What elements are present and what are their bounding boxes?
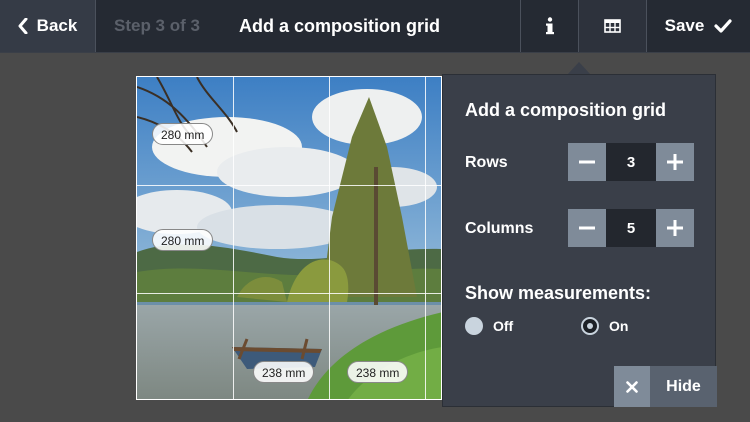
- info-button[interactable]: [520, 0, 578, 52]
- columns-increment-button[interactable]: [656, 209, 694, 247]
- grid-line-vertical: [329, 77, 330, 399]
- top-bar: Back Step 3 of 3 Add a composition grid …: [0, 0, 750, 53]
- plus-icon: [667, 220, 683, 236]
- checkmark-icon: [714, 19, 732, 33]
- row-measurement-label: 280 mm: [152, 123, 214, 145]
- save-button[interactable]: Save: [646, 0, 750, 52]
- column-measurement-label: 238 mm: [253, 361, 315, 383]
- back-button[interactable]: Back: [0, 0, 96, 52]
- popover-title: Add a composition grid: [465, 100, 666, 120]
- back-label: Back: [36, 16, 78, 35]
- column-measurement-label: 238 mm: [347, 361, 409, 383]
- grid-line-vertical: [425, 77, 426, 399]
- save-label: Save: [664, 16, 705, 35]
- rows-label: Rows: [465, 154, 508, 171]
- radio-on-indicator: [581, 317, 599, 335]
- photo-canvas[interactable]: 280 mm 280 mm 238 mm 238 mm: [136, 76, 442, 400]
- on-label: On: [609, 318, 629, 334]
- close-icon: [626, 380, 638, 393]
- grid-icon: [604, 19, 621, 33]
- hide-button[interactable]: Hide: [614, 366, 717, 407]
- columns-stepper: 5: [568, 209, 694, 247]
- columns-decrement-button[interactable]: [568, 209, 606, 247]
- grid-line-vertical: [233, 77, 234, 399]
- grid-settings-popover: Add a composition grid Rows 3 Columns 5 …: [442, 74, 717, 407]
- show-measurements-label: Show measurements:: [465, 283, 652, 303]
- plus-icon: [667, 154, 683, 170]
- columns-value: 5: [606, 209, 656, 247]
- radio-off-indicator: [465, 317, 483, 335]
- grid-line-horizontal: [137, 185, 441, 186]
- grid-button[interactable]: [578, 0, 646, 52]
- close-icon-box: [614, 366, 650, 407]
- info-icon: [545, 17, 554, 35]
- measurements-on-radio[interactable]: On: [581, 317, 628, 335]
- rows-decrement-button[interactable]: [568, 143, 606, 181]
- rows-stepper: 3: [568, 143, 694, 181]
- row-measurement-label: 280 mm: [152, 229, 214, 251]
- columns-label: Columns: [465, 220, 534, 237]
- chevron-left-icon: [18, 18, 28, 34]
- off-label: Off: [493, 318, 514, 334]
- rows-value: 3: [606, 143, 656, 181]
- minus-icon: [579, 160, 595, 164]
- grid-line-horizontal: [137, 293, 441, 294]
- page-title: Add a composition grid: [239, 16, 440, 36]
- step-indicator: Step 3 of 3: [114, 16, 200, 35]
- minus-icon: [579, 226, 595, 230]
- measurements-off-radio[interactable]: Off: [465, 317, 513, 335]
- hide-label: Hide: [650, 366, 717, 407]
- rows-increment-button[interactable]: [656, 143, 694, 181]
